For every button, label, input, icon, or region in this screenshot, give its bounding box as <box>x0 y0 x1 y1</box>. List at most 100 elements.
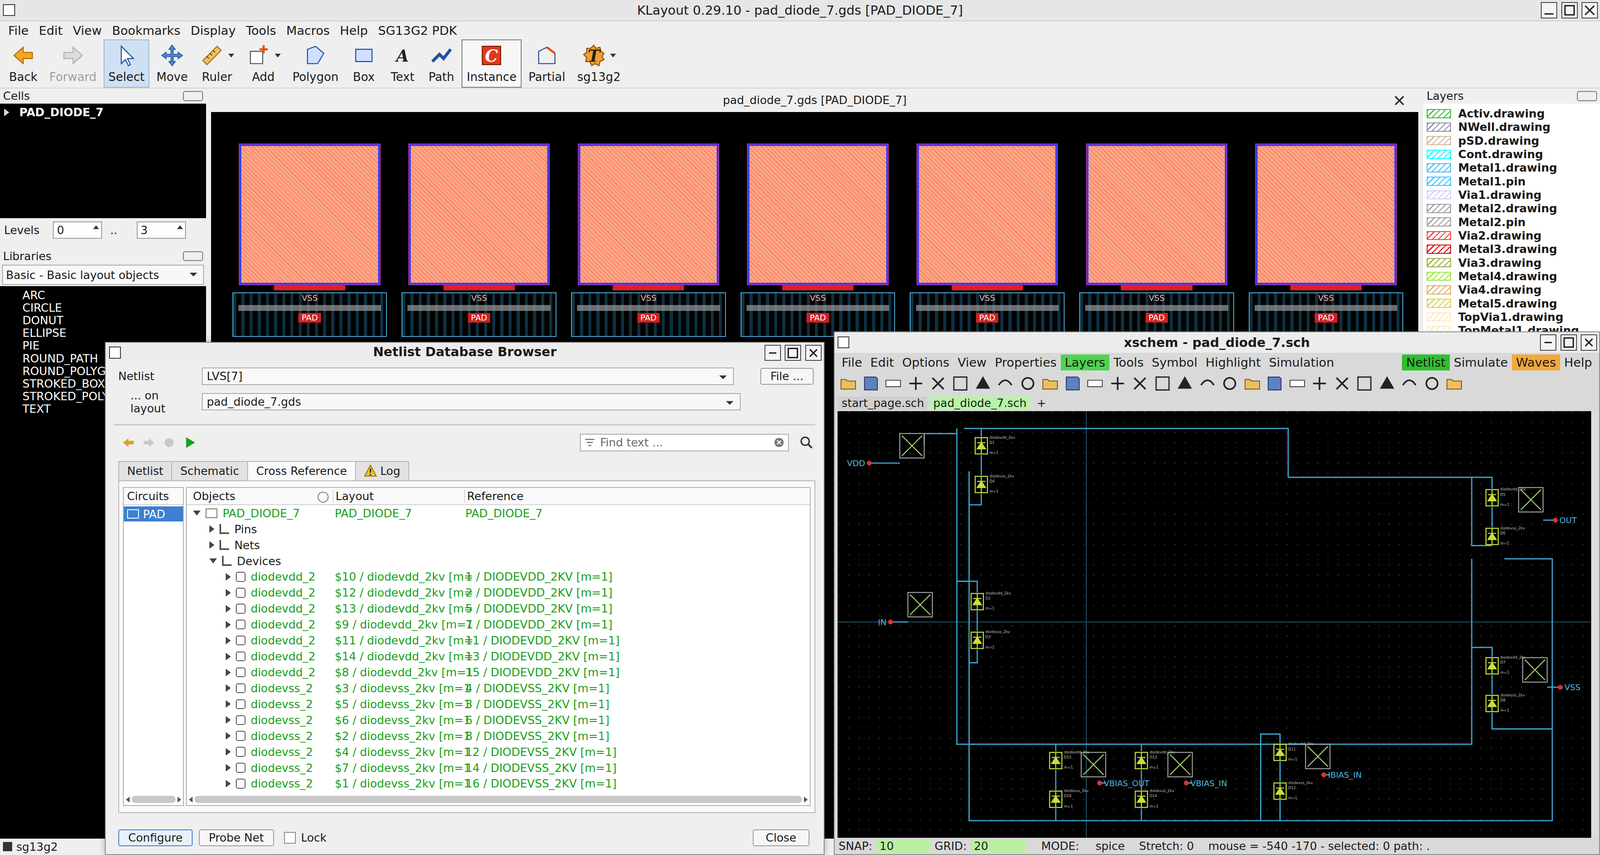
menu-item[interactable]: Macros <box>281 23 335 38</box>
tool-icon[interactable] <box>1106 373 1129 394</box>
close-button[interactable]: Close <box>752 829 810 847</box>
minimize-icon[interactable] <box>764 344 781 362</box>
layer-row[interactable]: Metal1.pin <box>1423 174 1600 188</box>
tool-icon[interactable] <box>1017 373 1039 394</box>
toolbar-button[interactable]: Move <box>151 39 193 88</box>
wire[interactable] <box>1140 808 1143 821</box>
toolbar-button[interactable]: Ruler <box>194 39 240 88</box>
tab[interactable]: pad_diode_7.sch <box>930 396 1030 410</box>
dock-buttons-icon[interactable] <box>182 251 204 262</box>
minimize-icon[interactable] <box>1540 2 1558 19</box>
tree-group[interactable]: Pins <box>186 521 810 538</box>
diode-symbol[interactable]: diodevss_2kvD4m=1 <box>975 473 1015 494</box>
device-row[interactable]: diodevdd_2$10 / diodevdd_2kv [m=1 / DIOD… <box>186 569 810 585</box>
wire[interactable] <box>968 493 982 505</box>
layer-row[interactable]: Metal2.pin <box>1423 215 1600 229</box>
pad-cell[interactable]: VSSPAD <box>1255 144 1396 337</box>
menu-item[interactable]: Display <box>185 23 241 38</box>
wire[interactable] <box>968 471 1553 821</box>
io-pin[interactable]: VBIAS_IN <box>1183 778 1228 789</box>
io-pin[interactable]: IN <box>877 617 893 627</box>
layer-row[interactable]: Metal5.drawing <box>1423 296 1600 311</box>
diode-symbol[interactable]: diodevdd_2kvD1m=1 <box>975 435 1016 455</box>
toolbar-button[interactable]: Tsg13g2 <box>572 39 626 88</box>
pad-cell[interactable]: VSSPAD <box>239 144 380 337</box>
wire[interactable] <box>1260 733 1280 821</box>
toolbar-button[interactable]: CInstance <box>461 39 522 88</box>
wire[interactable] <box>1471 477 1493 489</box>
io-pin[interactable]: IBIAS_IN <box>1321 770 1362 781</box>
tool-icon[interactable] <box>1398 373 1420 394</box>
maximize-icon[interactable] <box>1560 334 1577 351</box>
tool-icon[interactable] <box>1353 373 1376 394</box>
diode-symbol[interactable]: diodevss_2kvD16m=1 <box>1049 788 1089 809</box>
search-icon[interactable] <box>799 435 814 450</box>
expand-icon[interactable] <box>4 108 10 117</box>
device-row[interactable]: diodevss_2$5 / diodevss_2kv [m=13 / DIOD… <box>186 696 810 713</box>
tool-icon[interactable] <box>972 373 994 394</box>
wire[interactable] <box>869 462 900 464</box>
tool-icon[interactable] <box>1443 373 1465 394</box>
tree-group[interactable]: Nets <box>186 537 810 554</box>
add-tab-button[interactable]: + <box>1032 396 1051 410</box>
tool-icon[interactable] <box>1286 373 1308 394</box>
diode-symbol[interactable]: diodevdd_2kvD7m=1 <box>1485 655 1526 675</box>
layer-row[interactable]: Metal3.drawing <box>1423 242 1600 256</box>
tool-icon[interactable] <box>949 373 971 394</box>
pad-cell[interactable]: VSSPAD <box>409 144 549 337</box>
layer-row[interactable]: Via2.drawing <box>1423 228 1600 243</box>
diode-symbol[interactable]: diodevss_2kvD12m=1 <box>1273 780 1313 800</box>
diode-symbol[interactable]: diodevdd_2kvD13m=1 <box>1135 749 1176 770</box>
scrollbar[interactable] <box>186 793 810 806</box>
tab[interactable]: Cross Reference <box>247 461 356 481</box>
tab[interactable]: Log <box>354 461 410 481</box>
lock-checkbox[interactable]: Lock <box>284 831 327 845</box>
wire[interactable] <box>1055 808 1057 821</box>
tool-icon[interactable] <box>1308 373 1331 394</box>
tool-icon[interactable] <box>1039 373 1061 394</box>
search-input[interactable]: Find text ... <box>579 433 790 452</box>
symbol-box[interactable] <box>1522 657 1548 682</box>
menu-item[interactable]: Tools <box>1109 354 1148 371</box>
wire[interactable] <box>963 428 1493 546</box>
pad-cell[interactable]: VSSPAD <box>917 144 1058 337</box>
action-button[interactable]: Configure <box>118 829 193 847</box>
close-icon[interactable] <box>805 344 822 362</box>
library-item[interactable]: DONUT <box>22 314 207 327</box>
pad-cell[interactable]: VSSPAD <box>578 144 719 337</box>
menu-item[interactable]: Edit <box>866 354 898 371</box>
close-icon[interactable] <box>1581 2 1598 19</box>
menu-item[interactable]: Layers <box>1060 354 1110 371</box>
diode-symbol[interactable]: diodevdd_2kvD11m=1 <box>1273 741 1314 762</box>
file-button[interactable]: File ... <box>760 368 814 385</box>
tool-icon[interactable] <box>882 373 904 394</box>
library-item[interactable]: ELLIPSE <box>22 326 207 340</box>
wire[interactable] <box>1491 674 1493 695</box>
scrollbar[interactable] <box>123 793 183 806</box>
io-pin[interactable]: VDD <box>846 458 872 469</box>
level-to-input[interactable]: 3 <box>136 221 186 239</box>
diode-symbol[interactable]: diodevss_2kvD8m=1 <box>1485 692 1525 713</box>
cell-item[interactable]: PAD_DIODE_7 <box>4 105 203 119</box>
library-item[interactable]: ARC <box>22 289 207 302</box>
diode-symbol[interactable]: diodevdd_2kvD5m=1 <box>1485 487 1526 507</box>
device-row[interactable]: diodevss_2$3 / diodevss_2kv [m=14 / DIOD… <box>186 680 810 697</box>
symbol-box[interactable] <box>1081 752 1106 777</box>
tree-group[interactable]: Devices <box>186 553 810 570</box>
tab[interactable]: Netlist <box>118 461 173 481</box>
layer-row[interactable]: NWell.drawing <box>1423 120 1600 134</box>
wire[interactable] <box>1055 769 1057 791</box>
snap-input[interactable]: 10 <box>876 839 931 853</box>
tab[interactable]: Schematic <box>171 461 248 481</box>
dropdown-arrow-icon[interactable] <box>610 53 616 58</box>
device-row[interactable]: diodevss_2$2 / diodevss_2kv [m=18 / DIOD… <box>186 728 810 744</box>
tool-icon[interactable] <box>837 373 859 394</box>
wire[interactable] <box>924 433 958 446</box>
menu-item[interactable]: Bookmarks <box>107 23 186 38</box>
view-close-button[interactable]: × <box>1392 90 1407 110</box>
menu-item[interactable]: Tools <box>240 23 282 38</box>
tool-icon[interactable] <box>1062 373 1084 394</box>
toolbar-button[interactable]: Forward <box>44 39 102 88</box>
wire[interactable] <box>1491 506 1493 528</box>
toolbar-button[interactable]: Box <box>345 39 383 88</box>
